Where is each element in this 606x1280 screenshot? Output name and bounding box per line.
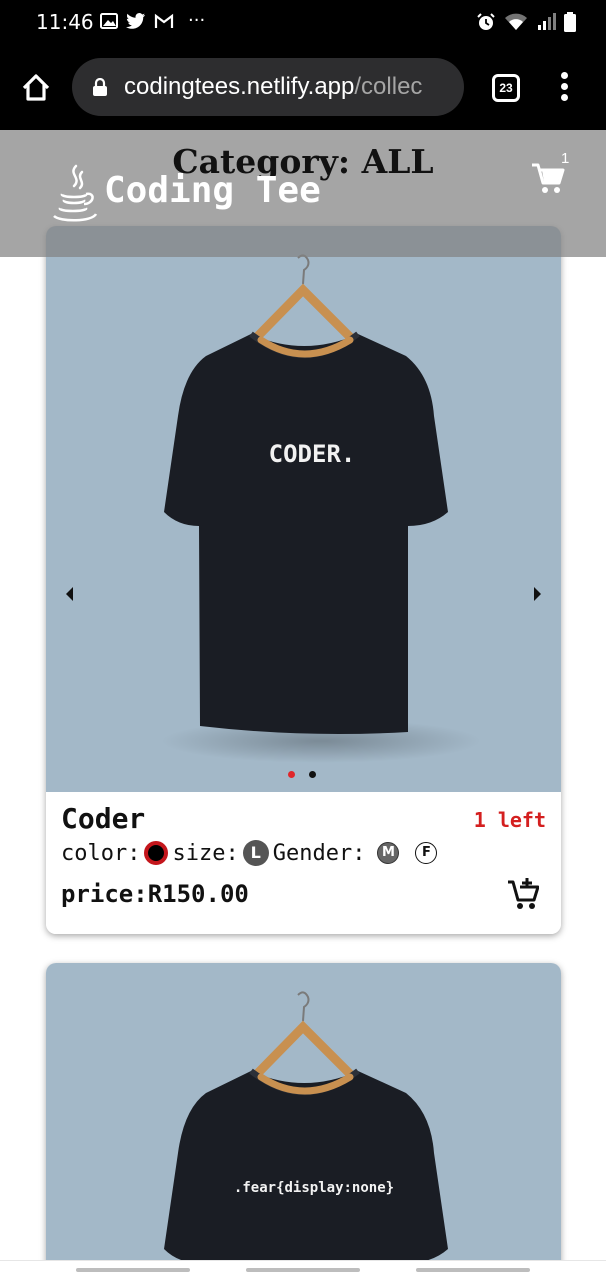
- tab-switcher-button[interactable]: 23: [492, 74, 520, 102]
- size-badge[interactable]: L: [242, 840, 269, 866]
- color-swatch[interactable]: [144, 841, 169, 865]
- page-content: CODER. Coder 1 left color: size: L Gende…: [0, 130, 606, 1260]
- signal-icon: [538, 13, 556, 30]
- twitter-icon: [126, 13, 145, 29]
- gender-female-badge[interactable]: F: [415, 842, 438, 864]
- carousel-next-icon[interactable]: [527, 584, 547, 604]
- system-icons: [476, 12, 576, 32]
- lock-icon: [93, 78, 107, 96]
- image-icon: [100, 13, 118, 29]
- java-logo-icon[interactable]: [52, 164, 98, 222]
- product-name: Coder: [61, 802, 146, 835]
- product-image-carousel[interactable]: .fear{display:none}: [46, 963, 561, 1260]
- tshirt-image: CODER.: [161, 254, 481, 763]
- battery-icon: [564, 12, 576, 32]
- gender-male-badge[interactable]: M: [377, 842, 400, 864]
- more-notifications-icon: ···: [188, 10, 206, 31]
- wifi-icon: [505, 13, 527, 30]
- gmail-icon: [154, 13, 174, 28]
- product-info: Coder 1 left color: size: L Gender: M F …: [46, 792, 561, 934]
- product-attributes: color: size: L Gender: M F: [61, 840, 438, 866]
- browser-toolbar: codingtees.netlify.app/collec 23: [0, 46, 606, 130]
- product-card[interactable]: .fear{display:none}: [46, 963, 561, 1260]
- stock-status: 1 left: [473, 808, 546, 832]
- product-card[interactable]: CODER. Coder 1 left color: size: L Gende…: [46, 226, 561, 934]
- size-label: size:: [172, 840, 239, 866]
- url-path: /collec: [354, 73, 423, 100]
- gender-label: Gender:: [272, 840, 366, 866]
- cart-icon[interactable]: [531, 162, 565, 194]
- nav-recents-handle[interactable]: [416, 1268, 530, 1272]
- shirt-print-text: .fear{display:none}: [234, 1180, 394, 1196]
- status-bar: 11:46 ···: [0, 0, 606, 46]
- cart-count: 1: [561, 150, 570, 167]
- status-time: 11:46: [36, 10, 94, 34]
- shirt-print-text: CODER.: [269, 440, 356, 468]
- carousel-dot-active[interactable]: [288, 771, 295, 778]
- url-domain: codingtees.netlify.app: [124, 73, 355, 100]
- url-text[interactable]: codingtees.netlify.app/collec: [124, 73, 422, 101]
- carousel-indicators: [288, 771, 316, 778]
- color-label: color:: [61, 840, 141, 866]
- tshirt-image: .fear{display:none}: [164, 991, 448, 1260]
- browser-menu-icon[interactable]: [556, 70, 572, 106]
- nav-home-handle[interactable]: [246, 1268, 360, 1272]
- address-bar[interactable]: codingtees.netlify.app/collec: [72, 58, 464, 116]
- carousel-dot[interactable]: [309, 771, 316, 778]
- product-image-carousel[interactable]: CODER.: [46, 226, 561, 792]
- add-to-cart-icon[interactable]: [507, 876, 539, 910]
- carousel-prev-icon[interactable]: [60, 584, 80, 604]
- site-header: Category: ALL Coding Tee 1: [0, 130, 606, 257]
- product-price: price:R150.00: [61, 880, 249, 908]
- nav-back-handle[interactable]: [76, 1268, 190, 1272]
- home-icon[interactable]: [20, 72, 52, 104]
- alarm-icon: [477, 13, 495, 30]
- system-navigation-bar: [0, 1260, 606, 1280]
- notification-icons: ···: [100, 12, 205, 30]
- brand-name[interactable]: Coding Tee: [104, 170, 321, 211]
- tab-count: 23: [499, 81, 513, 95]
